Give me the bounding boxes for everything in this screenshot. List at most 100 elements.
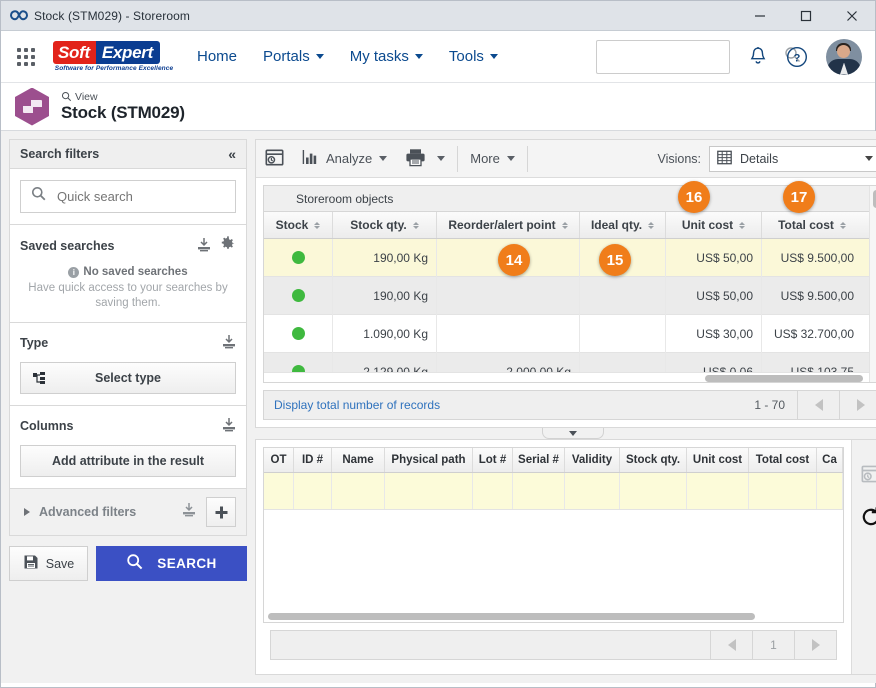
close-button[interactable]: [829, 1, 875, 31]
print-options-button[interactable]: [435, 140, 454, 178]
filter-cell-unit-cost[interactable]: [687, 473, 749, 509]
global-search[interactable]: [596, 39, 800, 74]
filter-cell-lot[interactable]: [473, 473, 513, 509]
column-header-reorder-alert-point[interactable]: Reorder/alert point: [437, 212, 580, 238]
filter-cell-name[interactable]: [332, 473, 385, 509]
sort-icon[interactable]: [739, 221, 746, 229]
report-preview-icon[interactable]: [861, 464, 876, 484]
display-total-records-link[interactable]: Display total number of records: [274, 398, 440, 412]
cell-status: [264, 276, 333, 315]
avatar[interactable]: [826, 38, 862, 75]
nav-item-my-tasks[interactable]: My tasks: [350, 48, 423, 65]
detail-horizontal-scrollbar[interactable]: [264, 612, 843, 622]
filter-import-icon[interactable]: [197, 237, 211, 255]
quick-search[interactable]: [20, 180, 236, 213]
bar-chart-icon: [302, 149, 319, 168]
filter-import-icon[interactable]: [182, 502, 196, 522]
grid-horizontal-scrollbar[interactable]: [264, 372, 869, 382]
table-row[interactable]: 1.090,00 Kg US$ 30,00 US$ 32.700,00: [264, 314, 876, 353]
sort-icon[interactable]: [412, 221, 419, 229]
column-header-id[interactable]: ID #: [294, 448, 332, 472]
gear-icon[interactable]: [220, 236, 236, 255]
refresh-icon[interactable]: [860, 506, 876, 528]
advanced-filters-row[interactable]: Advanced filters: [9, 489, 247, 536]
column-header-stock[interactable]: Stock: [264, 212, 333, 238]
scrollbar-thumb[interactable]: [268, 613, 755, 620]
report-preview-button[interactable]: [256, 140, 293, 178]
sort-icon[interactable]: [839, 221, 846, 229]
sort-icon[interactable]: [648, 221, 655, 229]
more-button[interactable]: More: [461, 140, 524, 178]
column-header-unit-cost[interactable]: Unit cost: [666, 212, 762, 238]
detail-filter-row[interactable]: [264, 473, 843, 510]
column-header-serial[interactable]: Serial #: [513, 448, 565, 472]
chevron-down-icon: [489, 54, 498, 59]
add-attribute-button[interactable]: Add attribute in the result: [20, 445, 236, 477]
bell-icon[interactable]: [748, 46, 768, 67]
filter-cell-physical-path[interactable]: [385, 473, 473, 509]
detail-next-page-button[interactable]: [794, 630, 836, 660]
filter-cell-ot[interactable]: [264, 473, 294, 509]
column-header-physical-path[interactable]: Physical path: [385, 448, 473, 472]
logo-part-soft: Soft: [53, 41, 96, 64]
quick-search-input[interactable]: [55, 188, 235, 205]
add-advanced-filter-button[interactable]: [206, 497, 236, 527]
panel-splitter[interactable]: [255, 428, 876, 439]
help-icon[interactable]: ?: [786, 46, 808, 68]
search-icon: [126, 553, 144, 574]
logo-tagline: Software for Performance Excellence: [54, 65, 174, 72]
no-saved-searches-title: No saved searches: [83, 266, 188, 278]
column-header-ca[interactable]: Ca: [817, 448, 843, 472]
filter-cell-serial[interactable]: [513, 473, 565, 509]
prev-page-button[interactable]: [797, 390, 839, 420]
table-row[interactable]: 190,00 Kg US$ 50,00 US$ 9.500,00: [264, 238, 876, 277]
filter-cell-total-cost[interactable]: [749, 473, 817, 509]
minimize-button[interactable]: [737, 1, 783, 31]
visions-label: Visions:: [657, 151, 701, 166]
table-row[interactable]: 190,00 Kg US$ 50,00 US$ 9.500,00: [264, 276, 876, 315]
filter-cell-ca[interactable]: [817, 473, 843, 509]
print-button[interactable]: [396, 140, 435, 178]
filter-cell-id[interactable]: [294, 473, 332, 509]
nav-label-tools: Tools: [448, 48, 484, 65]
column-header-unit-cost[interactable]: Unit cost: [687, 448, 749, 472]
grid-vertical-scrollbar[interactable]: [869, 186, 876, 382]
save-button[interactable]: Save: [9, 546, 88, 581]
detail-page-number[interactable]: 1: [752, 630, 794, 660]
column-header-stock-qty[interactable]: Stock qty.: [620, 448, 687, 472]
column-header-lot[interactable]: Lot #: [473, 448, 513, 472]
results-grid-wrap: Storeroom objects Stock Stock qty. Reord…: [256, 178, 876, 427]
filter-cell-stock-qty[interactable]: [620, 473, 687, 509]
column-header-total-cost[interactable]: Total cost: [762, 212, 862, 238]
column-header-validity[interactable]: Validity: [565, 448, 620, 472]
visions-select[interactable]: Details: [709, 145, 876, 172]
app-launcher-icon[interactable]: [13, 47, 39, 66]
detail-prev-page-button[interactable]: [710, 630, 752, 660]
filter-import-icon[interactable]: [222, 334, 236, 352]
column-header-ideal-qty[interactable]: Ideal qty.: [580, 212, 666, 238]
nav-item-tools[interactable]: Tools: [449, 48, 498, 65]
page-header: View Stock (STM029): [1, 83, 875, 131]
info-icon: i: [68, 266, 80, 278]
column-label: Unit cost: [681, 218, 734, 232]
nav-item-portals[interactable]: Portals: [263, 48, 324, 65]
status-indicator-green: [291, 289, 305, 302]
analyze-button[interactable]: Analyze: [293, 140, 396, 178]
nav-item-home[interactable]: Home: [197, 48, 237, 65]
sort-icon[interactable]: [561, 221, 568, 229]
select-type-button[interactable]: Select type: [20, 362, 236, 394]
filter-import-icon[interactable]: [222, 417, 236, 435]
cell-ideal-qty: [580, 276, 666, 315]
splitter-handle[interactable]: [541, 428, 604, 439]
column-header-ot[interactable]: OT: [264, 448, 294, 472]
search-button[interactable]: SEARCH: [96, 546, 247, 581]
next-page-button[interactable]: [839, 390, 876, 420]
scrollbar-thumb[interactable]: [705, 375, 863, 382]
column-header-name[interactable]: Name: [332, 448, 385, 472]
collapse-sidebar-button[interactable]: «: [228, 146, 236, 162]
sort-icon[interactable]: [314, 221, 321, 229]
column-header-total-cost[interactable]: Total cost: [749, 448, 817, 472]
filter-cell-validity[interactable]: [565, 473, 620, 509]
column-header-stock-qty[interactable]: Stock qty.: [333, 212, 437, 238]
maximize-button[interactable]: [783, 1, 829, 31]
